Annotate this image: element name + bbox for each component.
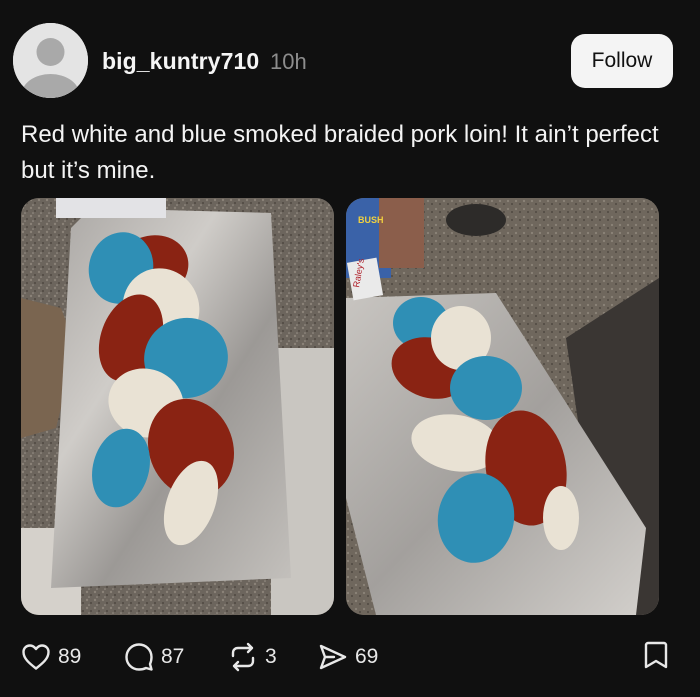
follow-button[interactable]: Follow: [571, 34, 673, 88]
username[interactable]: big_kuntry710: [102, 48, 259, 75]
post-photo-1[interactable]: [21, 198, 334, 615]
comment-count: 87: [161, 645, 185, 668]
post-timestamp: 10h: [270, 49, 307, 74]
heart-icon: [22, 644, 50, 670]
avatar[interactable]: [13, 23, 88, 98]
like-button[interactable]: 89: [21, 637, 81, 677]
repost-button[interactable]: 3: [228, 637, 277, 677]
bookmark-button[interactable]: [643, 640, 669, 675]
repost-count: 3: [265, 645, 277, 668]
share-count: 69: [355, 645, 379, 668]
bookmark-icon: [644, 641, 668, 669]
comment-button[interactable]: 87: [124, 637, 184, 677]
post-actions: 89 87 3 69: [21, 637, 681, 677]
repost-icon: [231, 642, 255, 672]
bag-brand-label: BUSH: [358, 215, 384, 225]
default-avatar-icon: [13, 23, 88, 98]
share-button[interactable]: 69: [318, 637, 378, 677]
comment-bubble-icon: [125, 643, 153, 671]
post-photo-2[interactable]: BUSH Raley's: [346, 198, 659, 615]
like-count: 89: [58, 645, 82, 668]
post-header: big_kuntry710 10h Follow: [13, 23, 687, 99]
photo-braided-loin-top-view: [21, 198, 334, 615]
photo-braided-loin-angle-view: BUSH Raley's: [346, 198, 659, 615]
post-caption: Red white and blue smoked braided pork l…: [21, 121, 659, 184]
send-icon: [319, 644, 347, 670]
